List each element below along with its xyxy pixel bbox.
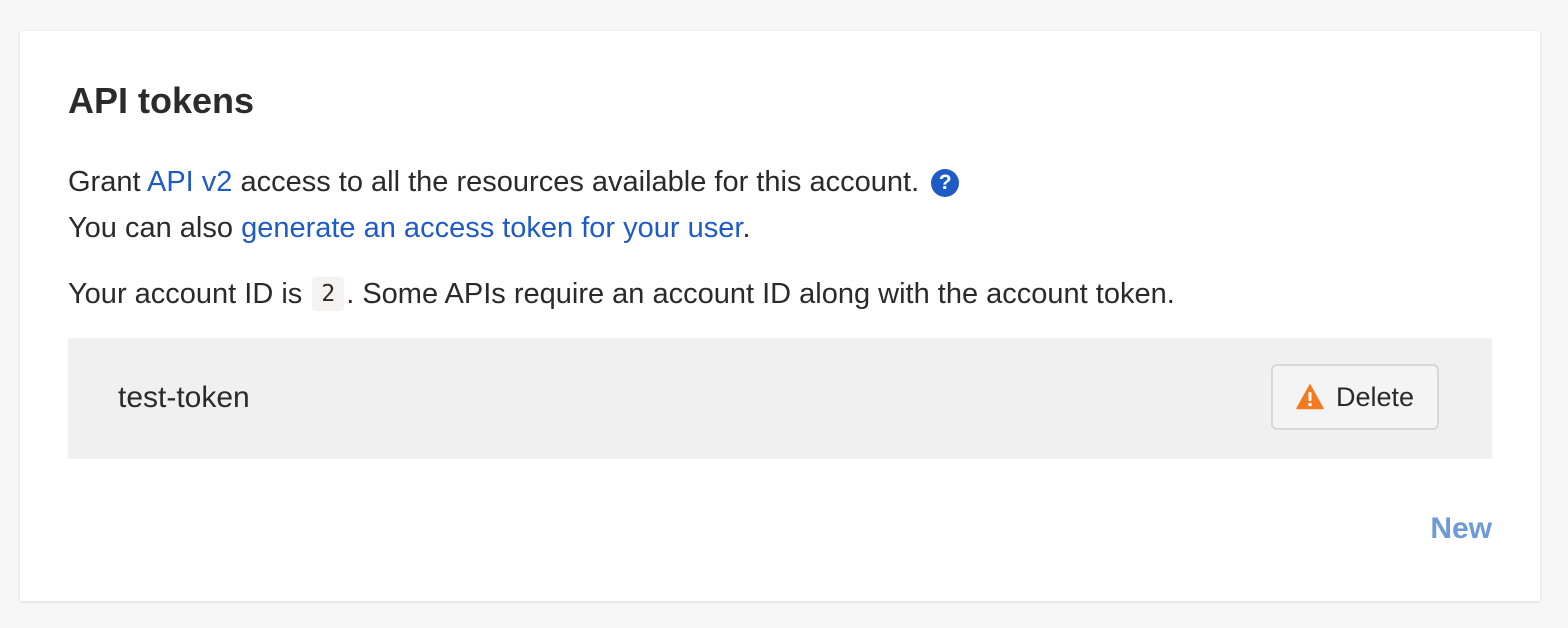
grant-suffix-text: access to all the resources available fo…: [232, 166, 920, 198]
question-circle-icon[interactable]: ?: [931, 169, 960, 197]
warning-triangle-icon: [1296, 384, 1324, 410]
new-token-link[interactable]: New: [1430, 509, 1492, 549]
delete-token-button[interactable]: Delete: [1271, 364, 1439, 430]
intro-text: Grant API v2 access to all the resources…: [68, 159, 960, 251]
grant-prefix-text: Grant: [68, 166, 147, 198]
token-row: test-token Delete: [68, 338, 1492, 459]
account-prefix-text: Your account ID is: [68, 278, 311, 310]
account-id-text: Your account ID is 2. Some APIs require …: [68, 271, 1175, 317]
api-tokens-card: API tokens Grant API v2 access to all th…: [20, 31, 1540, 601]
token-name: test-token: [118, 381, 250, 414]
also-prefix-text: You can also: [68, 212, 242, 244]
account-suffix-text: . Some APIs require an account ID along …: [346, 278, 1175, 310]
also-suffix-text: .: [742, 212, 751, 244]
delete-label: Delete: [1335, 381, 1415, 412]
generate-user-token-link[interactable]: generate an access token for your user: [241, 212, 742, 244]
page-title: API tokens: [68, 80, 255, 121]
api-v2-link[interactable]: API v2: [147, 166, 232, 198]
account-id-value: 2: [312, 277, 345, 311]
